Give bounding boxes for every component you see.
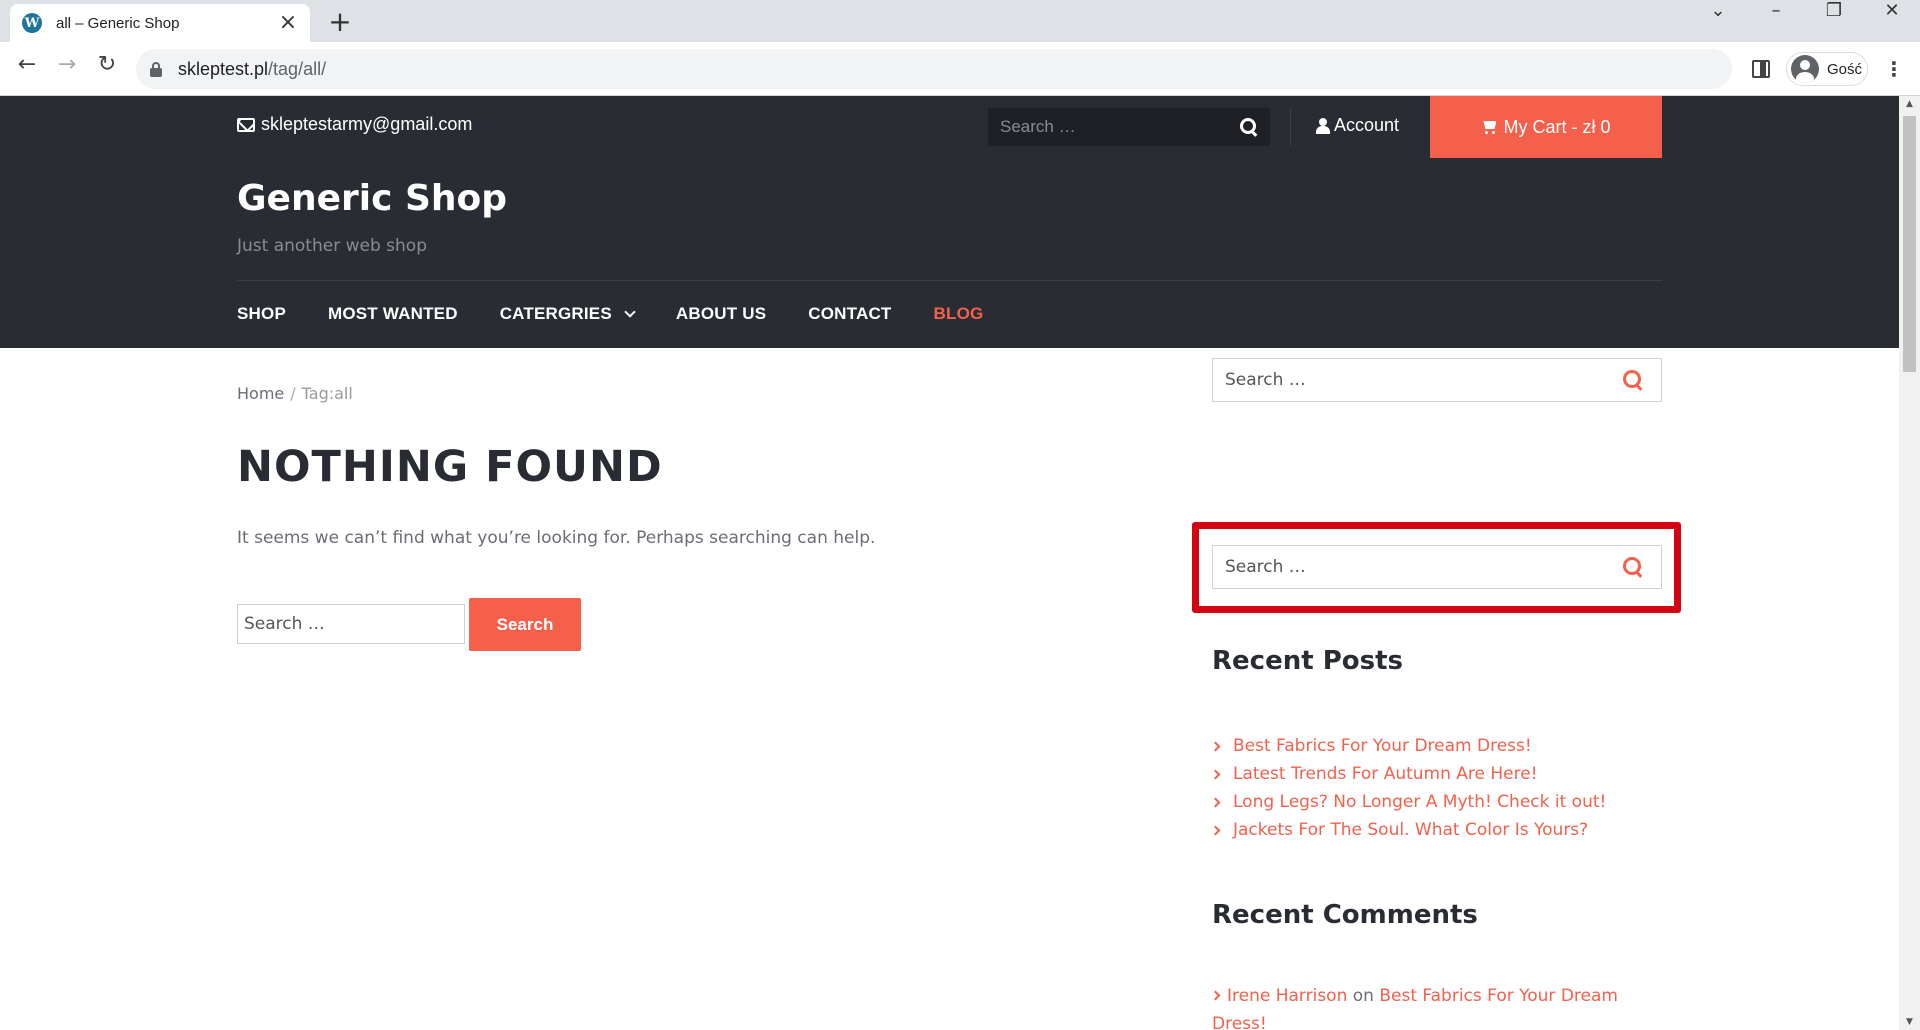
tab-search-icon[interactable]: ⌄: [1690, 0, 1746, 40]
reload-icon[interactable]: ↻: [90, 52, 124, 86]
search-icon[interactable]: [1623, 557, 1643, 577]
scroll-thumb[interactable]: [1903, 116, 1916, 372]
top-bar: skleptestarmy@gmail.com Account My Cart …: [0, 96, 1899, 158]
header-divider: [237, 280, 1662, 281]
chevron-down-icon: [624, 306, 636, 318]
recent-posts-list: Best Fabrics For Your Dream Dress! Lates…: [1210, 732, 1606, 844]
browser-toolbar: ← → ↻ skleptest.pl/tag/all/ Gość ⋮: [0, 42, 1920, 96]
nav-item-most-wanted[interactable]: MOST WANTED: [328, 304, 458, 324]
breadcrumb-separator: /: [290, 384, 296, 403]
chevron-right-icon: [1210, 825, 1221, 835]
list-item: Jackets For The Soul. What Color Is Your…: [1210, 816, 1606, 844]
side-panel-icon[interactable]: [1752, 60, 1770, 78]
sidebar-search-input-1[interactable]: [1225, 370, 1623, 390]
chevron-right-icon: [1210, 797, 1221, 807]
search-icon[interactable]: [1240, 118, 1258, 136]
nav-item-shop[interactable]: SHOP: [237, 304, 286, 324]
cart-button[interactable]: My Cart - zł 0: [1430, 96, 1662, 158]
back-icon[interactable]: ←: [10, 52, 44, 86]
forward-icon[interactable]: →: [50, 52, 84, 86]
email-text: skleptestarmy@gmail.com: [261, 114, 473, 134]
browser-tab-bar: W all – Generic Shop × + ⌄ – ❐ ✕: [0, 0, 1920, 42]
account-link[interactable]: Account: [1316, 115, 1399, 136]
site-tagline: Just another web shop: [237, 236, 427, 256]
nav-item-about-us[interactable]: ABOUT US: [676, 304, 766, 324]
account-label: Account: [1334, 115, 1400, 135]
url-path: /tag/all/: [268, 58, 327, 79]
tab-title: all – Generic Shop: [56, 14, 180, 32]
browser-tab[interactable]: W all – Generic Shop ×: [10, 4, 310, 42]
divider: [1290, 108, 1291, 146]
kebab-menu-icon[interactable]: ⋮: [1884, 54, 1904, 84]
sidebar-search-2: [1212, 545, 1662, 589]
page-viewport: skleptestarmy@gmail.com Account My Cart …: [0, 96, 1920, 1030]
comment-author-link[interactable]: Irene Harrison: [1227, 986, 1347, 1006]
recent-post-link[interactable]: Best Fabrics For Your Dream Dress!: [1233, 736, 1532, 756]
url-host: skleptest.pl: [178, 58, 269, 79]
chevron-right-icon: [1210, 741, 1221, 751]
nav-item-contact[interactable]: CONTACT: [808, 304, 891, 324]
user-icon: [1316, 117, 1330, 134]
recent-comment: Irene Harrison on Best Fabrics For Your …: [1210, 982, 1662, 1030]
email-link[interactable]: skleptestarmy@gmail.com: [237, 114, 472, 135]
not-found-message: It seems we can’t find what you’re looki…: [237, 528, 876, 548]
scrollbar[interactable]: ▲ ▼: [1899, 96, 1920, 1030]
list-item: Best Fabrics For Your Dream Dress!: [1210, 732, 1606, 760]
envelope-icon: [237, 117, 255, 132]
nav-item-blog[interactable]: BLOG: [934, 304, 984, 324]
list-item: Latest Trends For Autumn Are Here!: [1210, 760, 1606, 788]
breadcrumb-home[interactable]: Home: [237, 384, 284, 403]
recent-posts-title: Recent Posts: [1212, 646, 1403, 676]
recent-comments-title: Recent Comments: [1212, 900, 1478, 930]
main-nav: SHOP MOST WANTED CATERGRIES ABOUT US CON…: [237, 304, 983, 324]
breadcrumb-current: Tag:all: [301, 384, 353, 403]
lock-icon[interactable]: [150, 62, 162, 77]
close-tab-icon[interactable]: ×: [278, 12, 298, 34]
minimize-icon[interactable]: –: [1748, 0, 1804, 40]
wordpress-icon: W: [22, 13, 42, 33]
cart-label: My Cart - zł 0: [1503, 116, 1611, 137]
search-icon[interactable]: [1623, 370, 1643, 390]
nav-item-categories[interactable]: CATERGRIES: [499, 304, 636, 324]
close-window-icon[interactable]: ✕: [1864, 0, 1920, 40]
profile-button[interactable]: Gość: [1786, 52, 1868, 86]
header-search: [988, 108, 1270, 146]
chevron-right-icon: [1210, 990, 1221, 1001]
new-tab-icon[interactable]: +: [324, 6, 356, 38]
profile-name: Gość: [1827, 60, 1863, 78]
avatar-icon: [1791, 55, 1819, 83]
recent-post-link[interactable]: Latest Trends For Autumn Are Here!: [1233, 764, 1538, 784]
site-header: Generic Shop Just another web shop SHOP …: [0, 158, 1899, 348]
nav-item-categories-label: CATERGRIES: [499, 304, 612, 323]
restore-icon[interactable]: ❐: [1806, 0, 1862, 40]
sidebar-search-1: [1212, 358, 1662, 402]
breadcrumb: Home / Tag:all: [237, 384, 353, 403]
recent-post-link[interactable]: Jackets For The Soul. What Color Is Your…: [1233, 820, 1588, 840]
comment-on-text: on: [1352, 986, 1374, 1006]
search-button[interactable]: Search: [469, 598, 581, 651]
chevron-right-icon: [1210, 769, 1221, 779]
scroll-up-icon[interactable]: ▲: [1899, 96, 1920, 112]
site-title[interactable]: Generic Shop: [237, 178, 507, 219]
shopping-cart-icon: [1481, 120, 1498, 134]
page-title: NOTHING FOUND: [237, 442, 663, 492]
search-input[interactable]: [237, 604, 465, 644]
sidebar-search-input-2[interactable]: [1225, 557, 1623, 577]
list-item: Long Legs? No Longer A Myth! Check it ou…: [1210, 788, 1606, 816]
scroll-down-icon[interactable]: ▼: [1899, 1014, 1920, 1030]
address-bar[interactable]: skleptest.pl/tag/all/: [136, 49, 1732, 89]
header-search-input[interactable]: [1000, 117, 1240, 137]
recent-post-link[interactable]: Long Legs? No Longer A Myth! Check it ou…: [1233, 792, 1606, 812]
